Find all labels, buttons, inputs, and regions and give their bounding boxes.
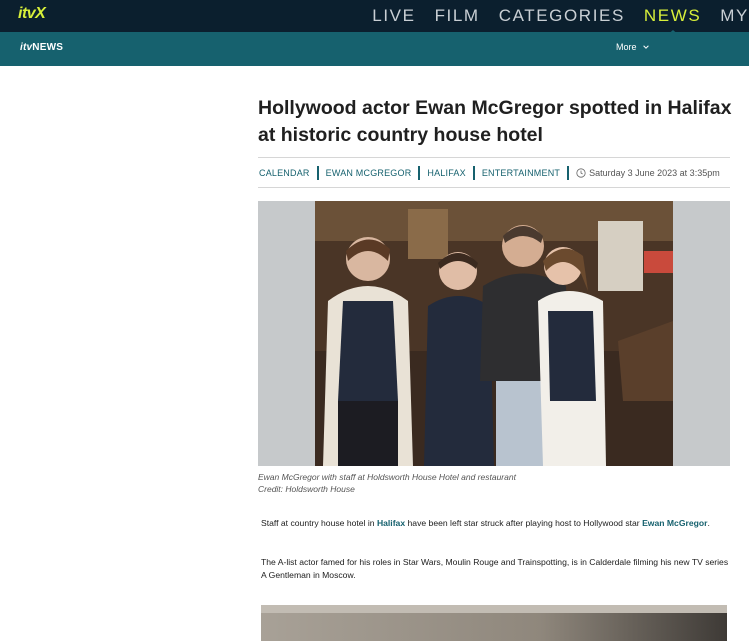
article-paragraph: Staff at country house hotel in Halifax … [261, 517, 731, 530]
paragraph-text: have been left star struck after playing… [405, 518, 643, 528]
caption-text: Ewan McGregor with staff at Holdsworth H… [258, 472, 516, 482]
more-label: More [616, 42, 637, 52]
nav-item-my[interactable]: MY [720, 6, 749, 26]
nav-item-news[interactable]: NEWS [644, 6, 701, 26]
logo-news-text: NEWS [32, 42, 64, 53]
itv-news-bar: itvNEWS More [0, 32, 749, 66]
nav-item-live[interactable]: LIVE [372, 6, 415, 26]
divider [258, 187, 730, 188]
more-menu-button[interactable]: More [616, 42, 650, 52]
logo-itv-text: itv [20, 42, 33, 53]
itvx-main-nav: LIVE FILM CATEGORIES NEWS MY [353, 0, 749, 32]
chevron-down-icon [642, 45, 649, 49]
tag-ewan-mcgregor[interactable]: EWAN MCGREGOR [316, 166, 419, 180]
nav-item-film[interactable]: FILM [435, 6, 480, 26]
itv-news-logo[interactable]: itvNEWS [20, 42, 63, 53]
photo-caption: Ewan McGregor with staff at Holdsworth H… [258, 472, 516, 495]
second-photo-illustration [261, 605, 727, 641]
clock-icon [576, 168, 586, 178]
link-ewan-mcgregor[interactable]: Ewan McGregor [642, 518, 707, 528]
photo-illustration [258, 201, 730, 466]
paragraph-text: . [707, 518, 710, 528]
publish-date-text: Saturday 3 June 2023 at 3:35pm [589, 168, 720, 178]
tag-halifax[interactable]: HALIFAX [418, 166, 472, 180]
article-second-photo [261, 605, 727, 641]
article-main-photo [258, 201, 730, 466]
nav-item-categories[interactable]: CATEGORIES [499, 6, 625, 26]
tag-calendar[interactable]: CALENDAR [258, 166, 317, 180]
itvx-logo[interactable]: itvX [18, 5, 46, 25]
link-halifax[interactable]: Halifax [377, 518, 405, 528]
article-headline: Hollywood actor Ewan McGregor spotted in… [258, 97, 732, 146]
divider [258, 157, 730, 158]
article-paragraph: The A-list actor famed for his roles in … [261, 557, 729, 580]
tag-entertainment[interactable]: ENTERTAINMENT [472, 166, 567, 180]
paragraph-text: Staff at country house hotel in [261, 518, 377, 528]
itvx-top-bar: itvX LIVE FILM CATEGORIES NEWS MY [0, 0, 749, 32]
publish-date: Saturday 3 June 2023 at 3:35pm [567, 166, 720, 180]
article-tags: CALENDAR EWAN MCGREGOR HALIFAX ENTERTAIN… [258, 165, 720, 181]
caption-credit: Credit: Holdsworth House [258, 483, 355, 494]
